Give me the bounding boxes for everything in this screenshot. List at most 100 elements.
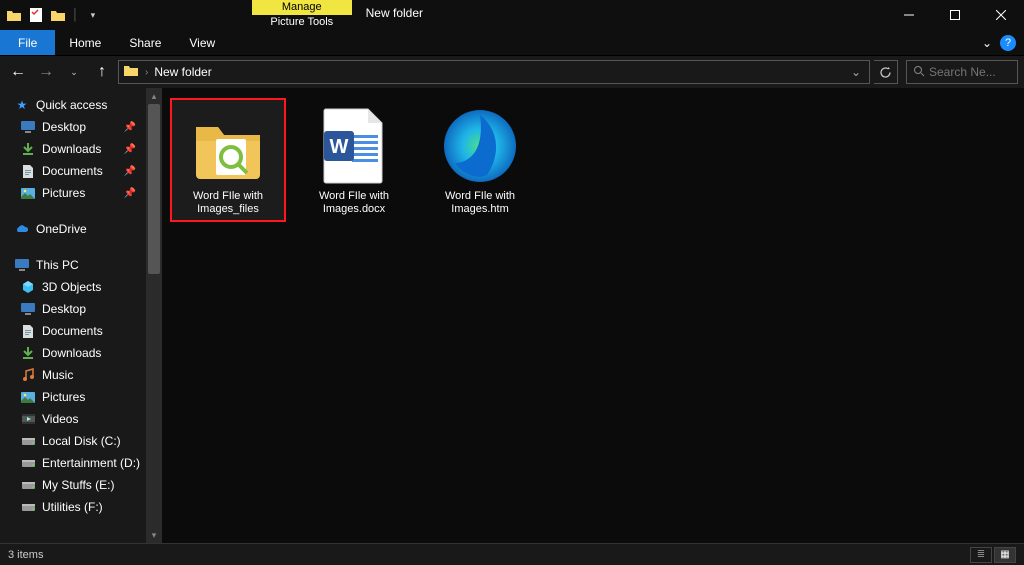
forward-button[interactable]: → xyxy=(34,60,58,84)
sidebar-item[interactable]: Downloads xyxy=(0,342,146,364)
file-view[interactable]: Word FIle with Images_files W Word FIle wi… xyxy=(162,88,1024,543)
file-item[interactable]: W Word FIle with Images.docx xyxy=(298,100,410,220)
chevron-down-icon[interactable]: ⌄ xyxy=(851,65,861,79)
sidebar-item[interactable]: Music xyxy=(0,364,146,386)
ribbon-tabs: File Home Share View ⌄ ? xyxy=(0,30,1024,56)
sidebar-item[interactable]: Desktop xyxy=(0,298,146,320)
sidebar-item-label: This PC xyxy=(36,258,79,272)
maximize-button[interactable] xyxy=(932,0,978,30)
sidebar-item[interactable]: Documents📌 xyxy=(0,160,146,182)
breadcrumb-current[interactable]: New folder xyxy=(154,65,211,79)
search-icon xyxy=(913,65,925,80)
pin-icon: 📌 xyxy=(124,166,136,177)
sidebar-item[interactable]: Pictures📌 xyxy=(0,182,146,204)
back-button[interactable]: ← xyxy=(6,60,30,84)
picture-icon xyxy=(20,389,36,405)
sidebar-this-pc[interactable]: This PC xyxy=(0,254,146,276)
file-label: Word FIle with Images.docx xyxy=(300,190,408,216)
scroll-down-icon[interactable]: ▾ xyxy=(146,527,162,543)
refresh-button[interactable] xyxy=(874,60,898,84)
contextual-tab: Manage Picture Tools xyxy=(252,0,352,30)
scroll-up-icon[interactable]: ▴ xyxy=(146,88,162,104)
sidebar-item-label: Desktop xyxy=(42,302,86,316)
pc-icon xyxy=(14,257,30,273)
tab-view[interactable]: View xyxy=(175,30,229,55)
sidebar-quick-access[interactable]: ★ Quick access xyxy=(0,94,146,116)
music-icon xyxy=(20,367,36,383)
status-bar: 3 items ≣ ▦ xyxy=(0,543,1024,565)
folder-icon[interactable] xyxy=(4,5,24,25)
sidebar-onedrive[interactable]: OneDrive xyxy=(0,218,146,240)
address-bar: ← → ⌄ ↑ › New folder ⌄ xyxy=(0,56,1024,88)
ribbon-collapse-icon[interactable]: ⌄ xyxy=(982,36,992,50)
sidebar-item-label: Downloads xyxy=(42,346,101,360)
file-label: Word FIle with Images_files xyxy=(174,190,282,216)
manage-tab-label[interactable]: Manage xyxy=(252,0,352,15)
sidebar-item-label: Documents xyxy=(42,324,103,338)
sidebar-item[interactable]: Pictures xyxy=(0,386,146,408)
download-icon xyxy=(20,141,36,157)
sidebar-item-label: Desktop xyxy=(42,120,86,134)
tab-file[interactable]: File xyxy=(0,30,55,55)
sidebar-item-label: My Stuffs (E:) xyxy=(42,478,114,492)
edge-htm-icon xyxy=(440,106,520,186)
sidebar-item[interactable]: Documents xyxy=(0,320,146,342)
sidebar-item[interactable]: My Stuffs (E:) xyxy=(0,474,146,496)
tab-home[interactable]: Home xyxy=(55,30,115,55)
up-button[interactable]: ↑ xyxy=(90,60,114,84)
desktop-icon xyxy=(20,301,36,317)
disk-icon xyxy=(20,433,36,449)
window-title: New folder xyxy=(352,0,435,30)
scroll-track[interactable] xyxy=(146,104,162,527)
word-file-icon: W xyxy=(314,106,394,186)
status-item-count: 3 items xyxy=(8,549,43,561)
tab-share[interactable]: Share xyxy=(115,30,175,55)
disk-icon xyxy=(20,499,36,515)
disk-icon xyxy=(20,477,36,493)
recent-locations-button[interactable]: ⌄ xyxy=(62,60,86,84)
video-icon xyxy=(20,411,36,427)
dropdown-icon[interactable]: ▾ xyxy=(83,5,103,25)
svg-text:W: W xyxy=(330,136,349,158)
sidebar-item-label: Pictures xyxy=(42,390,85,404)
main-area: ★ Quick access Desktop📌Downloads📌Documen… xyxy=(0,88,1024,543)
quick-access-toolbar: │ ▾ xyxy=(0,0,107,30)
document-icon xyxy=(20,163,36,179)
sidebar-item[interactable]: 3D Objects xyxy=(0,276,146,298)
sidebar-item-label: Entertainment (D:) xyxy=(42,456,140,470)
sidebar-item-label: Videos xyxy=(42,412,78,426)
cloud-icon xyxy=(14,221,30,237)
sidebar-item-label: Pictures xyxy=(42,186,85,200)
sidebar-item[interactable]: Utilities (F:) xyxy=(0,496,146,518)
folder-icon xyxy=(123,63,139,82)
sidebar-scrollbar[interactable]: ▴ ▾ xyxy=(146,88,162,543)
sidebar-item[interactable]: Downloads📌 xyxy=(0,138,146,160)
sidebar-item[interactable]: Videos xyxy=(0,408,146,430)
scroll-thumb[interactable] xyxy=(148,104,160,274)
details-view-button[interactable]: ≣ xyxy=(970,547,992,563)
manage-tab-sublabel[interactable]: Picture Tools xyxy=(270,15,333,30)
sidebar-item[interactable]: Entertainment (D:) xyxy=(0,452,146,474)
file-item[interactable]: Word FIle with Images.htm xyxy=(424,100,536,220)
star-icon: ★ xyxy=(14,97,30,113)
search-input[interactable] xyxy=(929,65,1009,79)
pin-icon: 📌 xyxy=(124,144,136,155)
sidebar-item[interactable]: Desktop📌 xyxy=(0,116,146,138)
breadcrumb[interactable]: › New folder ⌄ xyxy=(118,60,870,84)
disk-icon xyxy=(20,455,36,471)
properties-icon[interactable] xyxy=(26,5,46,25)
sidebar-item[interactable]: Local Disk (C:) xyxy=(0,430,146,452)
large-icons-view-button[interactable]: ▦ xyxy=(994,547,1016,563)
search-box[interactable] xyxy=(906,60,1018,84)
close-button[interactable] xyxy=(978,0,1024,30)
help-icon[interactable]: ? xyxy=(1000,35,1016,51)
file-label: Word FIle with Images.htm xyxy=(426,190,534,216)
new-folder-icon[interactable] xyxy=(48,5,68,25)
download-icon xyxy=(20,345,36,361)
minimize-button[interactable] xyxy=(886,0,932,30)
file-item[interactable]: Word FIle with Images_files xyxy=(172,100,284,220)
cube-icon xyxy=(20,279,36,295)
document-icon xyxy=(20,323,36,339)
sidebar-item-label: 3D Objects xyxy=(42,280,101,294)
sidebar-item-label: Local Disk (C:) xyxy=(42,434,121,448)
